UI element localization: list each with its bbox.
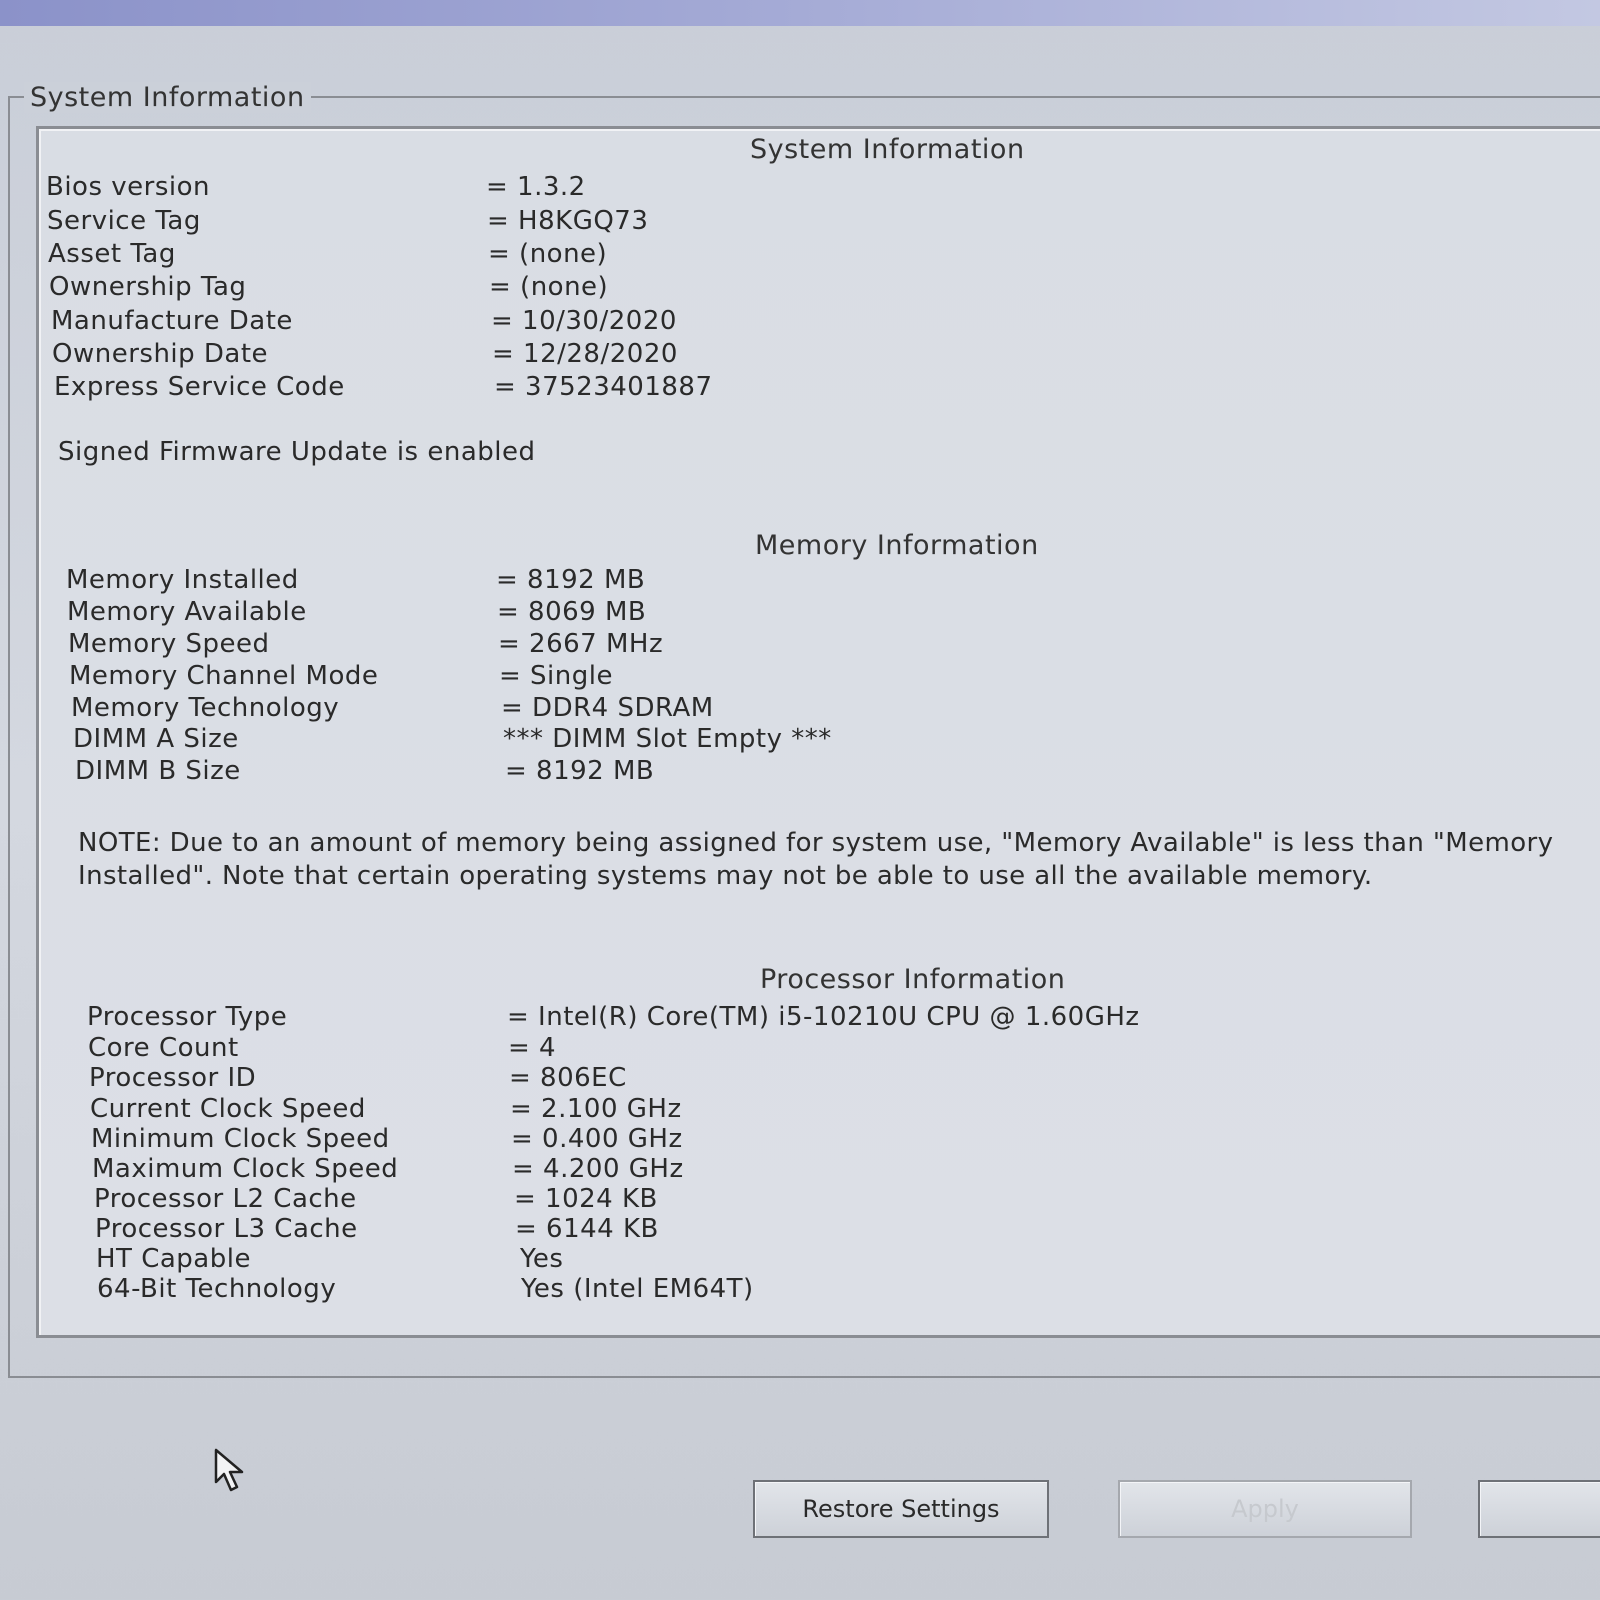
row-label: Memory Channel Mode [69, 661, 379, 691]
memory-section-title: Memory Information [755, 530, 1039, 561]
row-label: Asset Tag [48, 239, 176, 269]
row-value: = 0.400 GHz [511, 1124, 683, 1154]
row-value: = 2.100 GHz [510, 1094, 682, 1124]
memory-note: NOTE: Due to an amount of memory being a… [78, 828, 1554, 891]
row-value: = 6144 KB [515, 1214, 659, 1244]
row-label: Service Tag [47, 206, 201, 236]
row-label: Express Service Code [54, 372, 345, 402]
row-value: = DDR4 SDRAM [501, 693, 714, 723]
row-label: Processor Type [87, 1002, 288, 1032]
row-value: Yes [520, 1244, 564, 1274]
row-label: Manufacture Date [51, 306, 293, 336]
row-value: = 8192 MB [496, 565, 646, 595]
group-title: System Information [24, 82, 311, 113]
row-label: Maximum Clock Speed [92, 1154, 399, 1184]
row-label: Memory Technology [71, 693, 340, 723]
row-value: = Single [499, 661, 613, 691]
row-value: = 37523401887 [494, 372, 713, 402]
window-top-strip [0, 0, 1600, 26]
row-value: Yes (Intel EM64T) [521, 1274, 754, 1304]
row-label: 64-Bit Technology [97, 1274, 337, 1304]
partial-button[interactable] [1478, 1480, 1600, 1538]
processor-section-title: Processor Information [760, 964, 1066, 995]
row-value: = 2667 MHz [498, 629, 664, 659]
row-label: Memory Installed [66, 565, 299, 595]
row-label: DIMM A Size [73, 724, 239, 754]
row-label: DIMM B Size [75, 756, 241, 786]
row-label: Memory Speed [68, 629, 270, 659]
row-value: = H8KGQ73 [487, 206, 649, 236]
row-value: = 1024 KB [514, 1184, 658, 1214]
system-section-title: System Information [750, 134, 1025, 165]
row-label: Minimum Clock Speed [91, 1124, 390, 1154]
row-label: Processor L2 Cache [94, 1184, 357, 1214]
row-label: Memory Available [67, 597, 307, 627]
row-value: = (none) [489, 272, 609, 302]
row-value: = 1.3.2 [486, 172, 586, 202]
signed-firmware-status: Signed Firmware Update is enabled [58, 437, 536, 467]
row-value: *** DIMM Slot Empty *** [503, 724, 832, 754]
row-value: = 12/28/2020 [492, 339, 678, 369]
row-value: = 8069 MB [497, 597, 647, 627]
row-label: Processor ID [89, 1063, 257, 1093]
row-label: HT Capable [96, 1244, 251, 1274]
row-label: Ownership Tag [49, 272, 247, 302]
row-label: Bios version [46, 172, 211, 202]
row-value: = 4.200 GHz [512, 1154, 684, 1184]
mouse-pointer-icon [212, 1448, 252, 1494]
row-value: = (none) [488, 239, 608, 269]
row-label: Ownership Date [52, 339, 269, 369]
restore-settings-button[interactable]: Restore Settings [753, 1480, 1049, 1538]
row-label: Core Count [88, 1033, 239, 1063]
row-label: Processor L3 Cache [95, 1214, 358, 1244]
row-value: = 10/30/2020 [491, 306, 677, 336]
row-label: Current Clock Speed [90, 1094, 366, 1124]
row-value: = Intel(R) Core(TM) i5-10210U CPU @ 1.60… [507, 1002, 1140, 1032]
row-value: = 8192 MB [505, 756, 655, 786]
apply-button[interactable]: Apply [1118, 1480, 1412, 1538]
row-value: = 806EC [509, 1063, 627, 1093]
row-value: = 4 [508, 1033, 557, 1063]
